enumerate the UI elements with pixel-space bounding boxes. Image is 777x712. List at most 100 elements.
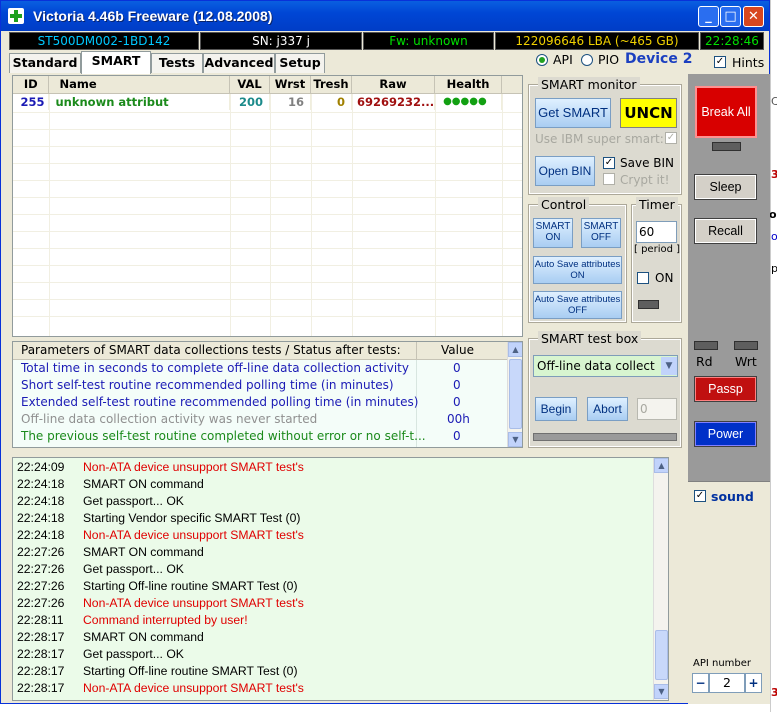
log-scrollbar[interactable]: ▲ ▼ xyxy=(653,458,668,700)
table-row[interactable]: 255 unknown attribut 200 16 0 69269232..… xyxy=(13,93,522,110)
attr-raw: 69269232... xyxy=(351,93,436,110)
params-scrollbar[interactable]: ▲ ▼ xyxy=(507,342,522,447)
col-val[interactable]: VAL xyxy=(229,76,271,94)
device-label[interactable]: Device 2 xyxy=(625,51,692,67)
get-smart-button[interactable]: Get SMART xyxy=(535,98,611,128)
col-wrst[interactable]: Wrst xyxy=(269,76,311,94)
bg-fragment: ol! xyxy=(769,208,777,221)
smart-table-header: ID Name VAL Wrst Tresh Raw Health xyxy=(13,76,522,94)
passp-button[interactable]: Passp xyxy=(694,376,757,402)
params-value-header: Value xyxy=(441,343,474,357)
col-health[interactable]: Health xyxy=(434,76,503,94)
log-message: Non-ATA device unsupport SMART test's xyxy=(83,460,304,474)
pio-radio[interactable] xyxy=(581,54,593,66)
sleep-button[interactable]: Sleep xyxy=(694,174,757,200)
log-message: Get passport... OK xyxy=(83,494,184,508)
close-button[interactable]: ✕ xyxy=(743,6,764,27)
clock: 22:28:46 xyxy=(700,32,764,50)
api-number-value[interactable]: 2 xyxy=(709,673,745,693)
timer-led xyxy=(638,300,659,309)
power-button[interactable]: Power xyxy=(694,421,757,447)
tab-smart[interactable]: SMART xyxy=(81,51,151,74)
pio-label: PIO xyxy=(598,52,620,67)
chevron-down-icon[interactable]: ▼ xyxy=(661,357,677,375)
test-field[interactable] xyxy=(637,398,677,420)
scroll-down-icon[interactable]: ▼ xyxy=(508,432,522,447)
save-bin-label: Save BIN xyxy=(620,156,675,170)
scroll-thumb[interactable] xyxy=(655,630,668,680)
crypt-checkbox[interactable] xyxy=(603,173,615,185)
save-bin-checkbox[interactable]: ✓ xyxy=(603,157,615,169)
tab-tests[interactable]: Tests xyxy=(151,53,203,73)
scroll-down-icon[interactable]: ▼ xyxy=(654,684,668,699)
smart-attributes-table: ID Name VAL Wrst Tresh Raw Health 255 un… xyxy=(12,75,523,337)
tab-standard[interactable]: Standard xyxy=(9,53,81,73)
log-message: SMART ON command xyxy=(83,630,204,644)
minimize-button[interactable]: _ xyxy=(698,6,719,27)
log-time: 22:27:26 xyxy=(17,579,65,593)
list-item: Off-line data collection activity was ne… xyxy=(21,412,501,429)
log-time: 22:27:26 xyxy=(17,562,65,576)
tab-advanced[interactable]: Advanced xyxy=(203,53,275,73)
autosave-on-button[interactable]: Auto Save attributes ON xyxy=(533,256,622,284)
sound-checkbox[interactable]: ✓ xyxy=(694,490,706,502)
col-id[interactable]: ID xyxy=(13,76,50,94)
test-type-select[interactable]: Off-line data collect ▼ xyxy=(533,355,678,377)
col-raw[interactable]: Raw xyxy=(351,76,436,94)
params-header-label: Parameters of SMART data collections tes… xyxy=(21,343,401,357)
log-time: 22:24:18 xyxy=(17,494,65,508)
param-text: Short self-test routine recommended poll… xyxy=(21,378,394,392)
ibm-super-smart-label: Use IBM super smart: xyxy=(535,132,664,146)
abort-button[interactable]: Abort xyxy=(587,397,628,421)
control-group: Control SMART ON SMART OFF Auto Save att… xyxy=(528,197,627,323)
bg-fragment: 3 xyxy=(771,686,777,699)
test-progress-bar xyxy=(533,433,677,441)
log-message: Starting Vendor specific SMART Test (0) xyxy=(83,511,301,525)
wrt-label: Wrt xyxy=(735,354,757,369)
log-message: Starting Off-line routine SMART Test (0) xyxy=(83,579,298,593)
recall-button[interactable]: Recall xyxy=(694,218,757,244)
api-label: API xyxy=(553,52,573,67)
scroll-up-icon[interactable]: ▲ xyxy=(654,458,668,473)
param-value: 0 xyxy=(453,429,461,443)
log-message: SMART ON command xyxy=(83,477,204,491)
scroll-thumb[interactable] xyxy=(509,359,522,429)
autosave-off-button[interactable]: Auto Save attributes OFF xyxy=(533,291,622,319)
parameters-table: Parameters of SMART data collections tes… xyxy=(12,341,523,448)
tab-setup[interactable]: Setup xyxy=(275,53,325,73)
log-message: Get passport... OK xyxy=(83,562,184,576)
side-panel: Break All Sleep Recall Rd Wrt Passp Powe… xyxy=(688,74,770,704)
param-text: Extended self-test routine recommended p… xyxy=(21,395,419,409)
param-value: 0 xyxy=(453,395,461,409)
maximize-button[interactable]: □ xyxy=(720,6,741,27)
hints-checkbox[interactable]: ✓ xyxy=(714,56,726,68)
list-item: Total time in seconds to complete off-li… xyxy=(21,361,501,378)
begin-button[interactable]: Begin xyxy=(535,397,577,421)
api-increment-button[interactable]: + xyxy=(745,673,762,693)
param-text: Total time in seconds to complete off-li… xyxy=(21,361,409,375)
bg-fragment: pt xyxy=(771,262,777,275)
smart-test-box: SMART test box Off-line data collect ▼ B… xyxy=(528,331,682,448)
break-all-button[interactable]: Break All xyxy=(695,86,757,138)
log-time: 22:28:17 xyxy=(17,664,65,678)
param-text: The previous self-test routine completed… xyxy=(21,429,426,443)
drive-model: ST500DM002-1BD142 xyxy=(9,32,199,50)
api-radio[interactable] xyxy=(536,54,548,66)
col-name[interactable]: Name xyxy=(48,76,231,94)
open-bin-button[interactable]: Open BIN xyxy=(535,156,595,186)
scroll-up-icon[interactable]: ▲ xyxy=(508,342,522,357)
smart-on-button[interactable]: SMART ON xyxy=(533,218,573,248)
timer-on-checkbox[interactable] xyxy=(637,272,649,284)
api-decrement-button[interactable]: − xyxy=(692,673,709,693)
control-label: Control xyxy=(538,197,590,212)
timer-label: Timer xyxy=(636,197,678,212)
drive-capacity: 122096646 LBA (~465 GB) xyxy=(495,32,699,50)
col-tresh[interactable]: Tresh xyxy=(310,76,352,94)
ibm-super-smart-checkbox[interactable]: ✓ xyxy=(665,132,677,144)
title-bar[interactable]: Victoria 4.46b Freeware (12.08.2008) _ □… xyxy=(1,1,769,31)
timer-period-label: [ period ] xyxy=(634,244,681,255)
attr-health: ●●●●● xyxy=(434,93,503,110)
timer-input[interactable] xyxy=(636,221,677,243)
break-led xyxy=(712,142,741,151)
smart-off-button[interactable]: SMART OFF xyxy=(581,218,621,248)
